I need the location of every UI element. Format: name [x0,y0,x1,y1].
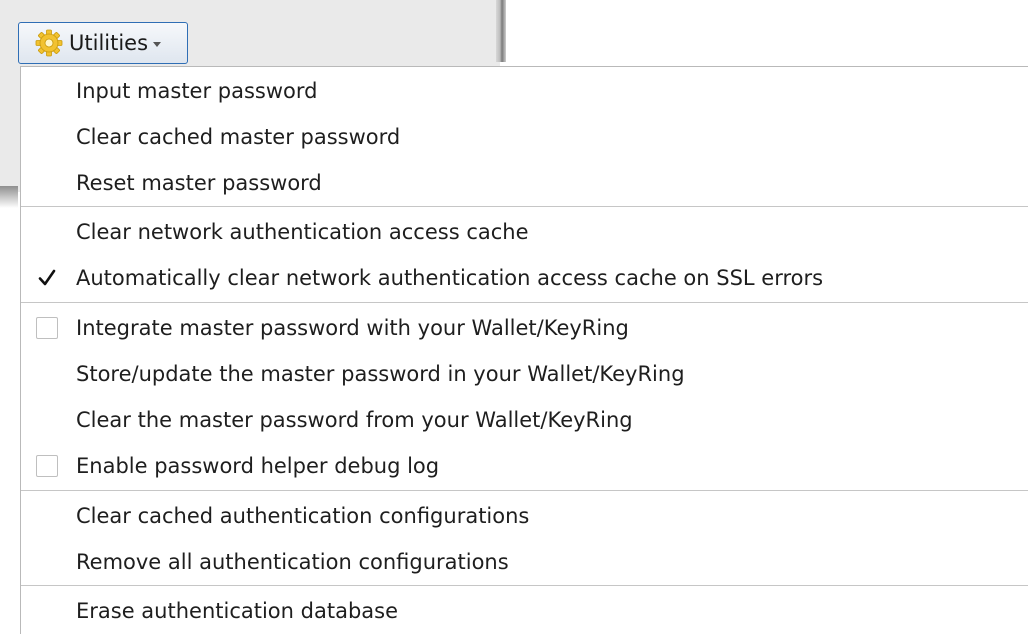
menu-item-label: Automatically clear network authenticati… [76,266,824,290]
menu-item-store-update-wallet-keyring[interactable]: Store/update the master password in your… [21,352,1028,396]
unchecked-checkbox-icon[interactable] [36,317,58,339]
menu-item-label: Input master password [76,79,318,103]
utilities-label: Utilities [69,31,149,55]
panel-splitter[interactable] [496,0,506,62]
menu-item-reset-master-password[interactable]: Reset master password [21,161,1028,205]
menu-item-remove-all-auth-configs[interactable]: Remove all authentication configurations [21,540,1028,584]
menu-item-clear-wallet-keyring[interactable]: Clear the master password from your Wall… [21,398,1028,442]
checkmark-icon [38,269,56,286]
utilities-menu-button[interactable]: Utilities [18,22,188,64]
menu-item-clear-network-auth-cache[interactable]: Clear network authentication access cach… [21,210,1028,254]
menu-item-label: Enable password helper debug log [76,454,440,478]
menu-separator [21,302,1028,303]
application-window: Utilities Input master password Clear ca… [0,0,1028,634]
menu-item-clear-cached-auth-configs[interactable]: Clear cached authentication configuratio… [21,494,1028,538]
utilities-dropdown-menu: Input master password Clear cached maste… [20,66,1028,634]
unchecked-checkbox-icon[interactable] [36,455,58,477]
menu-item-label: Clear cached authentication configuratio… [76,504,530,528]
menu-item-label: Erase authentication database [76,599,399,623]
menu-item-label: Remove all authentication configurations [76,550,509,574]
gear-icon [35,29,63,57]
menu-item-label: Integrate master password with your Wall… [76,316,629,340]
menu-item-clear-cached-master-password[interactable]: Clear cached master password [21,115,1028,159]
menu-item-auto-clear-cache-ssl-errors[interactable]: Automatically clear network authenticati… [21,256,1028,300]
menu-item-label: Clear the master password from your Wall… [76,408,633,432]
menu-item-label: Clear cached master password [76,125,401,149]
menu-item-input-master-password[interactable]: Input master password [21,69,1028,113]
menu-item-erase-auth-database[interactable]: Erase authentication database [21,589,1028,633]
menu-item-enable-debug-log[interactable]: Enable password helper debug log [21,444,1028,488]
panel-shadow [0,186,18,208]
menu-item-label: Clear network authentication access cach… [76,220,529,244]
menu-separator [21,206,1028,207]
menu-item-integrate-wallet-keyring[interactable]: Integrate master password with your Wall… [21,306,1028,350]
chevron-down-icon [153,41,162,47]
menu-separator [21,490,1028,491]
menu-separator [21,585,1028,586]
menu-item-label: Store/update the master password in your… [76,362,685,386]
menu-item-label: Reset master password [76,171,322,195]
